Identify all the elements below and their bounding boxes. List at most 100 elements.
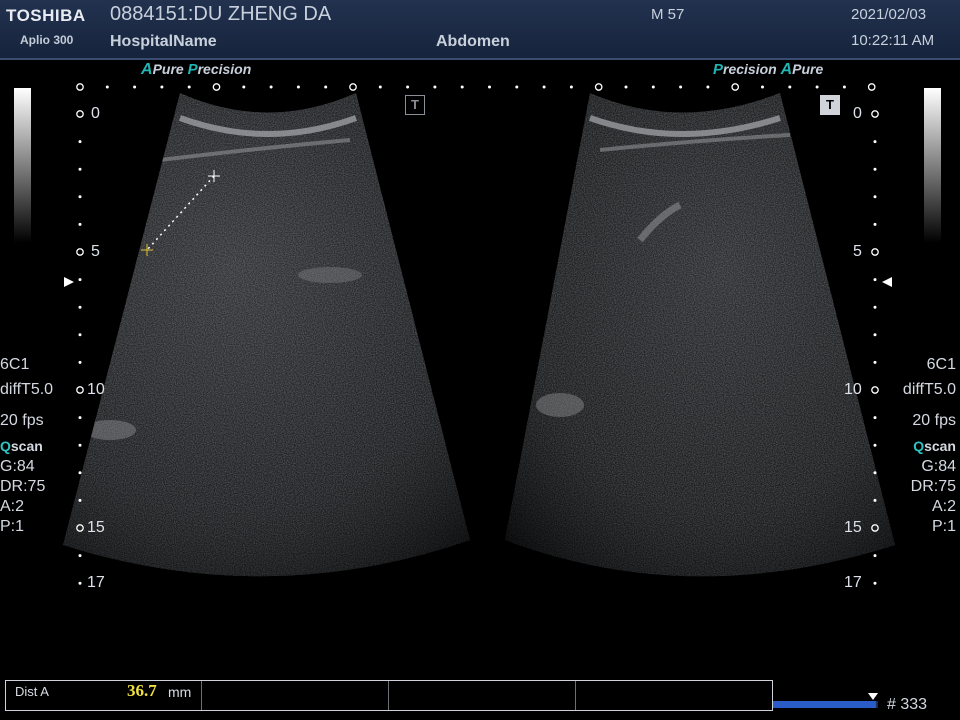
depth-label: 5 [91,243,100,260]
qscan-label: Qscan [913,438,956,454]
depth-dot-icon [873,554,877,558]
cine-progress-bar[interactable] [773,701,878,708]
depth-dot-icon [160,85,164,89]
right-gray-scale-bar [924,88,941,243]
depth-label: 5 [853,243,862,260]
depth-dot-icon [624,85,628,89]
measurement-cell-empty[interactable] [389,681,576,710]
depth-dot-icon [78,333,82,337]
depth-label: 15 [87,519,105,536]
cine-position-marker-icon[interactable] [868,693,878,700]
measurement-unit: mm [168,684,192,700]
a-setting: A:2 [0,498,25,515]
filter-setting: diffT5.0 [0,381,54,398]
gain-value: G:84 [921,458,956,475]
depth-dot-icon [873,333,877,337]
depth-label: 10 [844,381,862,398]
measurement-cell[interactable]: Dist A 36.7 mm [6,681,202,710]
p-setting: P:1 [0,518,25,535]
frame-rate: 20 fps [912,412,956,429]
depth-dot-icon [788,85,792,89]
depth-dot-icon [761,85,764,89]
focus-marker-icon[interactable] [882,277,892,287]
depth-label: 0 [91,105,100,122]
depth-label: 10 [87,381,105,398]
frame-rate: 20 fps [0,412,44,429]
depth-dot-icon [873,443,877,447]
depth-dot-icon [488,85,491,89]
depth-dot-icon [78,443,82,447]
depth-dot-icon [873,471,877,475]
depth-dot-icon [78,278,82,282]
qscan-label: Qscan [0,438,43,454]
depth-dot-icon [269,85,273,89]
depth-dot-major-icon [212,83,221,91]
depth-dot-icon [873,581,877,585]
depth-dot-icon [324,85,328,89]
left-gray-scale-bar [14,88,31,243]
measurement-cell-empty[interactable] [202,681,389,710]
depth-dot-icon [873,416,877,420]
depth-dot-icon [842,85,846,89]
measurement-name: Dist A [15,684,49,699]
depth-dot-major-icon [731,83,740,91]
depth-dot-icon [873,140,877,144]
depth-dot-icon [105,85,109,89]
depth-dot-icon [873,498,877,502]
depth-dot-major-icon [76,110,84,118]
depth-dot-icon [873,195,877,199]
gain-value: G:84 [0,458,35,475]
probe-name: 6C1 [926,356,956,373]
measurement-bar: Dist A 36.7 mm [5,680,773,711]
focus-marker-icon[interactable] [64,277,74,287]
depth-dot-major-icon [76,248,84,256]
depth-dot-icon [78,554,82,558]
t-marker-icon[interactable]: T [820,95,840,115]
depth-dot-icon [873,222,877,226]
a-setting: A:2 [931,498,956,515]
right-image-logo: Precision APure [713,61,824,78]
depth-label: 17 [87,574,105,591]
depth-dot-icon [815,85,819,89]
depth-dot-icon [542,85,546,89]
depth-dot-icon [873,305,877,309]
probe-name: 6C1 [0,356,30,373]
depth-label: 15 [844,519,862,536]
depth-dot-icon [378,85,382,89]
depth-dot-icon [78,498,82,502]
depth-dot-icon [873,167,877,171]
depth-dot-icon [651,85,655,89]
ultrasound-image[interactable] [0,0,960,720]
depth-dot-icon [78,581,82,585]
depth-dot-icon [242,85,246,89]
depth-dot-icon [78,140,82,144]
depth-dot-icon [460,85,464,89]
depth-dot-icon [78,471,82,475]
right-sector-image[interactable] [480,80,920,620]
depth-dot-major-icon [871,248,879,256]
depth-dot-icon [433,85,437,89]
depth-dot-icon [78,305,82,309]
depth-dot-icon [873,360,877,364]
depth-dot-icon [873,278,877,282]
left-image-logo: APure Precision [141,61,252,78]
depth-dot-major-icon [76,386,84,394]
depth-dot-icon [78,416,82,420]
depth-dot-major-icon [76,83,84,91]
depth-dot-major-icon [871,110,879,118]
depth-dot-major-icon [594,83,603,91]
dynamic-range: DR:75 [0,478,46,495]
depth-dot-icon [679,85,683,89]
depth-dot-icon [296,85,300,89]
depth-dot-icon [706,85,710,89]
cine-progress-fill [773,701,876,708]
depth-dot-icon [78,167,82,171]
depth-dot-icon [78,222,82,226]
depth-dot-icon [187,85,191,89]
measurement-cell-empty[interactable] [576,681,772,710]
t-marker-icon[interactable]: T [405,95,425,115]
p-setting: P:1 [931,518,956,535]
left-sector-image[interactable] [0,80,520,620]
depth-dot-icon [78,360,82,364]
depth-dot-major-icon [349,83,357,91]
